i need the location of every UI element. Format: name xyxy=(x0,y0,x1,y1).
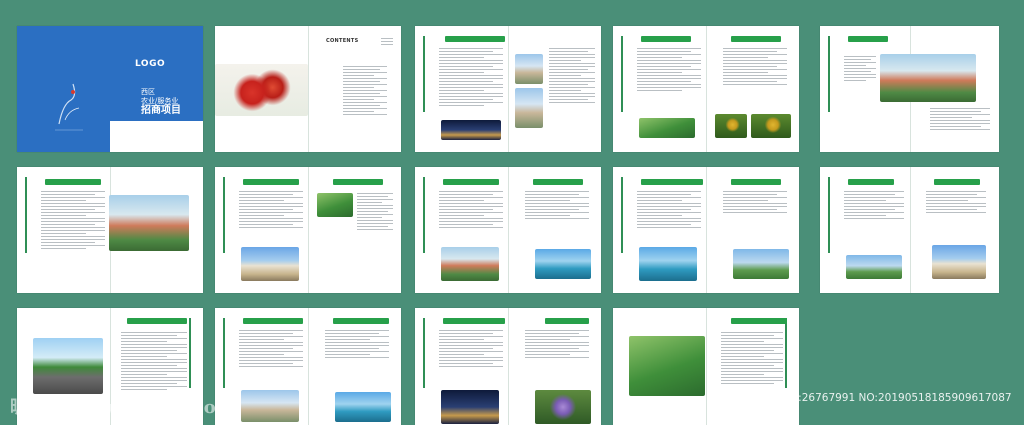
page-spread-12[interactable] xyxy=(613,308,799,425)
apartments-photo xyxy=(241,247,299,281)
cover-logo: LOGO xyxy=(135,59,166,69)
page-spread-7[interactable] xyxy=(613,167,799,293)
page-spread-2[interactable] xyxy=(613,26,799,152)
fruit-photo xyxy=(715,114,747,138)
section-title-bar xyxy=(445,36,505,42)
fruit-photo-2 xyxy=(751,114,791,138)
page-spread-6[interactable] xyxy=(415,167,601,293)
flower-field-photo xyxy=(535,390,591,424)
bridge-photo xyxy=(241,390,299,422)
page-spread-5[interactable] xyxy=(215,167,401,293)
campus-aerial-photo xyxy=(109,195,189,251)
town-photo xyxy=(846,255,902,279)
office-building-photo xyxy=(932,245,986,279)
cover-title-line3: 招商项目 xyxy=(141,105,181,116)
page-spread-11[interactable] xyxy=(415,308,601,425)
yacht-photo xyxy=(639,247,697,281)
resort-photo xyxy=(441,247,499,281)
cover-title-line1: 西区 xyxy=(141,88,155,96)
page-spread-3[interactable] xyxy=(820,26,999,152)
contents-heading: CONTENTS xyxy=(326,38,359,44)
page-spread-10[interactable] xyxy=(215,308,401,425)
garden-photo xyxy=(317,193,353,217)
page-spread-4[interactable] xyxy=(17,167,203,293)
image-id-watermark: ID:26767991 NO:20190518185909617087 xyxy=(787,392,1012,404)
contents-list xyxy=(343,66,387,117)
night-city-photo xyxy=(441,120,501,140)
aerial-photo xyxy=(515,88,543,128)
flower-photo xyxy=(215,64,308,116)
island-photo xyxy=(733,249,789,279)
header-lines xyxy=(381,38,393,47)
coast-photo xyxy=(535,249,591,279)
highway-photo xyxy=(33,338,103,394)
cover-title: 西区 农业/服务业 招商项目 xyxy=(141,88,181,116)
site-watermark: 昵图网 www.nipic.com xyxy=(10,397,237,418)
cover-spread[interactable]: LOGO 西区 农业/服务业 招商项目 xyxy=(17,26,203,152)
light-trails-photo xyxy=(441,390,499,424)
village-aerial-photo xyxy=(629,336,705,396)
harbor-photo xyxy=(335,392,391,422)
contents-spread[interactable] xyxy=(215,26,401,152)
ink-landscape-icon xyxy=(55,83,83,131)
farmland-photo xyxy=(639,118,695,138)
valley-photo xyxy=(880,54,976,102)
tower-photo xyxy=(515,54,543,84)
page-spread-8[interactable] xyxy=(820,167,999,293)
page-spread-1[interactable] xyxy=(415,26,601,152)
